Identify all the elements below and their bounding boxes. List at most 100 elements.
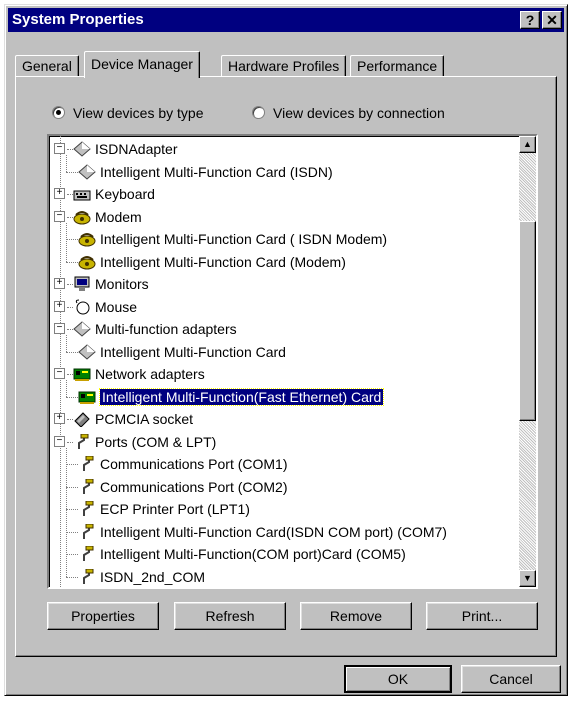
tree-connector	[66, 486, 78, 488]
device-label: ECP Printer Port (LPT1)	[100, 501, 250, 517]
device-category-item[interactable]: Keyboard	[73, 183, 155, 205]
tree-connector	[66, 447, 67, 577]
device-item[interactable]: Intelligent Multi-Function(Fast Ethernet…	[78, 386, 385, 408]
modem-icon	[78, 231, 96, 247]
system-properties-window: System Properties ? ✕ General Device Man…	[4, 4, 568, 696]
device-label: Monitors	[95, 276, 149, 292]
tree-connector	[66, 509, 78, 510]
device-category-item[interactable]: ISDNAdapter	[73, 138, 177, 160]
device-label: Intelligent Multi-Function Card ( ISDN M…	[100, 231, 388, 247]
scroll-thumb[interactable]	[519, 221, 536, 421]
network-card-icon	[78, 389, 96, 405]
device-label: Intelligent Multi-Function Card (ISDN)	[100, 163, 333, 180]
device-item[interactable]: Intelligent Multi-Function Card(ISDN COM…	[78, 521, 447, 543]
device-category-item[interactable]: Modem	[73, 206, 142, 228]
adapter-icon	[78, 163, 96, 180]
device-category-item[interactable]: Monitors	[73, 273, 149, 295]
view-by-type-radio[interactable]	[52, 106, 65, 119]
refresh-button[interactable]: Refresh	[174, 602, 286, 630]
device-label: Intelligent Multi-Function Card	[100, 343, 286, 360]
tree-connector	[60, 136, 61, 587]
ok-button[interactable]: OK	[344, 665, 452, 693]
tree-connector	[66, 396, 78, 398]
device-label: PCMCIA socket	[95, 411, 194, 427]
adapter-icon	[78, 343, 96, 360]
device-item[interactable]: Communications Port (COM2)	[78, 476, 288, 498]
tab-performance[interactable]: Performance	[350, 55, 445, 77]
collapse-icon[interactable]: −	[54, 143, 65, 154]
device-item[interactable]: ISDN_2nd_COM	[78, 566, 205, 588]
device-item[interactable]: Intelligent Multi-Function Card ( ISDN M…	[78, 228, 387, 250]
device-item[interactable]: ECP Printer Port (LPT1)	[78, 498, 250, 520]
device-label: Ports (COM & LPT)	[95, 433, 217, 450]
monitor-icon	[73, 276, 91, 292]
view-by-type-option[interactable]: View devices by type	[52, 103, 203, 123]
device-category-item[interactable]: Network adapters	[73, 363, 205, 385]
adapter-icon	[73, 141, 91, 157]
scroll-up-button[interactable]: ▲	[519, 136, 536, 153]
device-label: Intelligent Multi-Function Card (Modem)	[100, 253, 346, 270]
tree-connector	[66, 464, 78, 465]
device-item[interactable]: Communications Port (COM1)	[78, 453, 288, 475]
properties-button[interactable]: Properties	[47, 602, 159, 630]
close-button[interactable]: ✕	[542, 11, 562, 29]
device-item[interactable]: Intelligent Multi-Function Card (Modem)	[78, 251, 346, 273]
tree-connector	[66, 155, 67, 172]
mouse-icon	[73, 299, 91, 315]
scroll-down-button[interactable]: ▼	[519, 570, 536, 587]
expand-icon[interactable]: +	[54, 278, 65, 289]
network-card-icon	[73, 366, 91, 382]
device-label: ISDN_2nd_COM	[100, 568, 206, 585]
tree-connector	[66, 380, 67, 397]
tab-general[interactable]: General	[15, 55, 79, 77]
device-label: Communications Port (COM2)	[100, 478, 288, 495]
modem-icon	[73, 209, 91, 225]
remove-button[interactable]: Remove	[300, 602, 412, 630]
tree-connector	[66, 554, 78, 555]
view-by-connection-radio[interactable]	[252, 106, 265, 119]
device-label: Intelligent Multi-Function Card(ISDN COM…	[100, 523, 447, 540]
tree-connector	[66, 261, 78, 263]
collapse-icon[interactable]: −	[54, 435, 65, 447]
port-icon	[78, 545, 96, 562]
view-by-connection-label: View devices by connection	[273, 105, 445, 121]
expand-icon[interactable]: +	[54, 413, 65, 424]
help-button[interactable]: ?	[520, 11, 540, 29]
expand-icon[interactable]: +	[54, 188, 65, 199]
view-by-connection-option[interactable]: View devices by connection	[252, 103, 445, 123]
expand-icon[interactable]: +	[54, 300, 65, 312]
device-category-item[interactable]: PCMCIA socket	[73, 408, 193, 430]
tree-connector	[66, 576, 78, 578]
device-item[interactable]: Intelligent Multi-Function Card (ISDN)	[78, 161, 333, 183]
tree-connector	[66, 531, 78, 533]
adapter-icon	[73, 321, 91, 337]
device-tree[interactable]: − ISDNAdapter Intelligent Multi-Function C…	[47, 134, 538, 589]
collapse-icon[interactable]: −	[54, 210, 65, 222]
device-category-item[interactable]: Mouse	[73, 296, 137, 318]
device-label: Mouse	[95, 298, 138, 315]
collapse-icon[interactable]: −	[54, 323, 65, 334]
pcmcia-icon	[73, 411, 91, 428]
port-icon	[78, 523, 96, 540]
port-icon	[78, 478, 96, 495]
keyboard-icon	[73, 186, 91, 202]
device-category-item[interactable]: Multi-function adapters	[73, 318, 237, 340]
device-label: Intelligent Multi-Function(COM port)Card…	[100, 546, 406, 562]
device-label: Keyboard	[95, 186, 155, 202]
tree-connector	[66, 222, 67, 262]
tab-hardware-profiles[interactable]: Hardware Profiles	[221, 55, 347, 77]
device-manager-panel: View devices by type View devices by con…	[15, 76, 557, 657]
tree-connector	[66, 171, 78, 173]
print-button[interactable]: Print...	[426, 602, 538, 630]
vertical-scrollbar[interactable]: ▲ ▼	[519, 136, 536, 587]
device-label: Multi-function adapters	[95, 321, 237, 337]
title-bar[interactable]: System Properties ? ✕	[8, 8, 564, 32]
device-category-item[interactable]: Ports (COM & LPT)	[73, 431, 216, 453]
device-label: Intelligent Multi-Function(Fast Ethernet…	[98, 387, 385, 406]
tab-device-manager[interactable]: Device Manager	[84, 51, 200, 78]
cancel-button[interactable]: Cancel	[461, 665, 561, 693]
device-item[interactable]: Intelligent Multi-Function Card	[78, 341, 286, 363]
modem-icon	[78, 254, 96, 270]
device-item[interactable]: Intelligent Multi-Function(COM port)Card…	[78, 543, 406, 565]
collapse-icon[interactable]: −	[54, 368, 65, 379]
